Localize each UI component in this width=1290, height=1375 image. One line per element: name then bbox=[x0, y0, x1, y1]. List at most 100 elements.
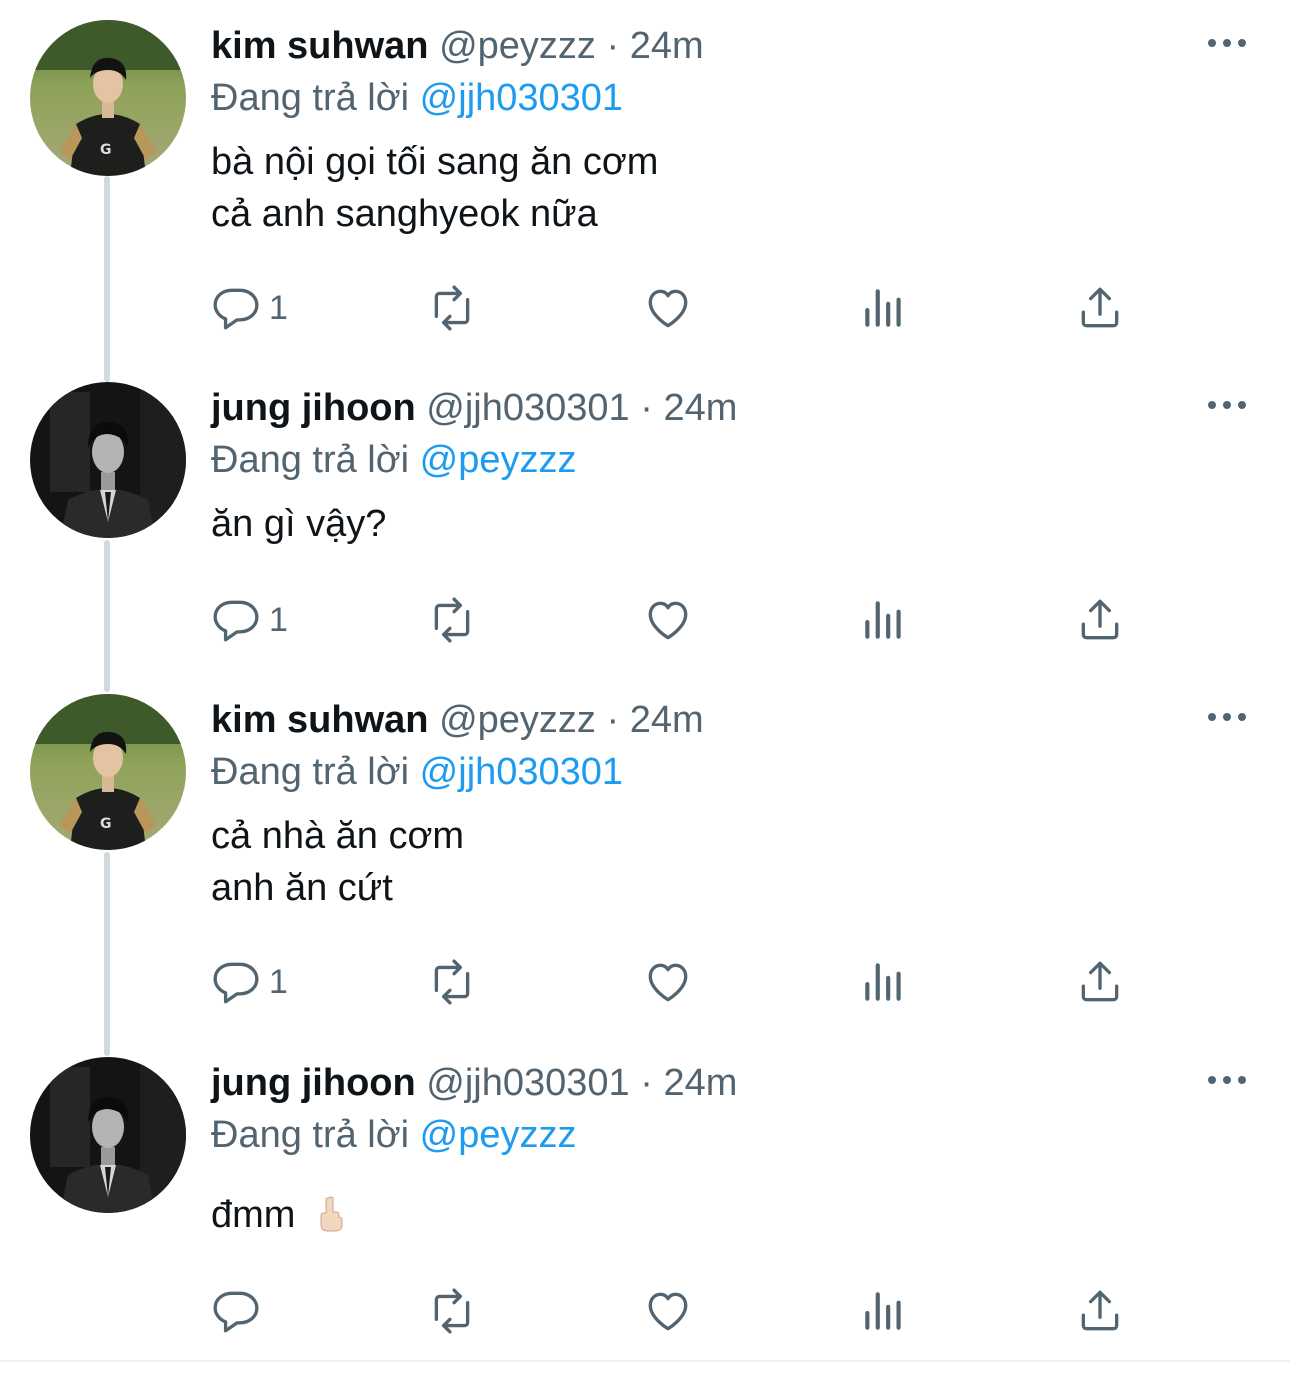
retweet-button[interactable] bbox=[427, 282, 477, 334]
tweet-actions: 1 bbox=[211, 594, 1211, 646]
views-button[interactable] bbox=[859, 956, 909, 1008]
heart-icon bbox=[648, 601, 688, 640]
like-button[interactable] bbox=[643, 956, 693, 1008]
analytics-icon bbox=[865, 601, 901, 639]
share-button[interactable] bbox=[1075, 282, 1125, 334]
like-button[interactable] bbox=[643, 1285, 693, 1337]
tweet-text-line: ăn gì vậy? bbox=[211, 503, 387, 545]
replying-to-label: Đang trả lời bbox=[211, 1114, 410, 1156]
tweet-text-line: đmm bbox=[211, 1189, 1250, 1247]
avatar[interactable] bbox=[30, 382, 186, 538]
tweet-text: cả nhà ăn cơm anh ăn cứt bbox=[211, 810, 1250, 914]
green-field-avatar: G bbox=[30, 694, 186, 850]
divider bbox=[0, 1360, 1290, 1362]
reply-to-handle[interactable]: @jjh030301 bbox=[420, 751, 623, 793]
tweet-text: bà nội gọi tối sang ăn cơm cả anh sanghy… bbox=[211, 136, 1250, 240]
more-icon[interactable] bbox=[1208, 36, 1246, 50]
share-button[interactable] bbox=[1075, 1285, 1125, 1337]
analytics-icon bbox=[865, 963, 901, 1001]
tweet-actions: 1 bbox=[211, 956, 1211, 1008]
tweet-text: đmm bbox=[211, 1189, 1250, 1247]
user-handle[interactable]: @peyzzz bbox=[439, 699, 596, 741]
reply-button[interactable]: 1 bbox=[211, 282, 288, 334]
share-icon bbox=[1081, 287, 1119, 328]
timestamp[interactable]: 24m bbox=[630, 25, 704, 67]
avatar[interactable]: G bbox=[30, 694, 186, 850]
retweet-button[interactable] bbox=[427, 1285, 477, 1337]
tweet-text-line: anh ăn cứt bbox=[211, 867, 393, 909]
separator-dot: · bbox=[640, 1062, 653, 1104]
reply-to-handle[interactable]: @peyzzz bbox=[420, 1114, 577, 1156]
tweet-actions: 1 bbox=[211, 282, 1211, 334]
reply-count: 1 bbox=[269, 962, 288, 1001]
like-button[interactable] bbox=[643, 282, 693, 334]
share-icon bbox=[1081, 1290, 1119, 1331]
svg-text:G: G bbox=[100, 142, 112, 158]
views-button[interactable] bbox=[859, 594, 909, 646]
reply-to-handle[interactable]: @jjh030301 bbox=[420, 77, 623, 119]
retweet-icon bbox=[434, 285, 470, 331]
analytics-icon bbox=[865, 289, 901, 327]
dark-suit-avatar bbox=[30, 1057, 186, 1213]
separator-dot: · bbox=[640, 387, 653, 429]
tweet-text: ăn gì vậy? bbox=[211, 498, 1250, 550]
separator-dot: · bbox=[606, 699, 620, 741]
more-icon[interactable] bbox=[1208, 398, 1246, 412]
tweet-text-line: bà nội gọi tối sang ăn cơm bbox=[211, 141, 659, 183]
timestamp[interactable]: 24m bbox=[630, 699, 704, 741]
analytics-icon bbox=[865, 1292, 901, 1330]
tweet-text-line: cả nhà ăn cơm bbox=[211, 815, 465, 857]
middle-finger-emoji bbox=[316, 1195, 346, 1247]
reply-button[interactable]: 1 bbox=[211, 594, 288, 646]
share-icon bbox=[1081, 961, 1119, 1002]
retweet-button[interactable] bbox=[427, 594, 477, 646]
display-name[interactable]: kim suhwan bbox=[211, 25, 429, 67]
retweet-icon bbox=[434, 959, 470, 1005]
separator-dot: · bbox=[606, 25, 620, 67]
views-button[interactable] bbox=[859, 1285, 909, 1337]
tweet-text-word: đmm bbox=[211, 1194, 296, 1236]
reply-button[interactable] bbox=[211, 1285, 269, 1337]
tweet[interactable]: G kim suhwan @peyzzz · 24m Đang trả lời … bbox=[0, 20, 1290, 350]
reply-icon bbox=[213, 600, 259, 642]
reply-count: 1 bbox=[269, 288, 288, 327]
heart-icon bbox=[648, 963, 688, 1002]
reply-icon bbox=[213, 288, 259, 330]
reply-to-handle[interactable]: @peyzzz bbox=[420, 439, 577, 481]
share-button[interactable] bbox=[1075, 594, 1125, 646]
user-handle[interactable]: @peyzzz bbox=[439, 25, 596, 67]
replying-to-label: Đang trả lời bbox=[211, 439, 410, 481]
like-button[interactable] bbox=[643, 594, 693, 646]
tweet-actions bbox=[211, 1285, 1211, 1337]
share-button[interactable] bbox=[1075, 956, 1125, 1008]
retweet-button[interactable] bbox=[427, 956, 477, 1008]
reply-count: 1 bbox=[269, 600, 288, 639]
reply-button[interactable]: 1 bbox=[211, 956, 288, 1008]
more-icon[interactable] bbox=[1208, 710, 1246, 724]
replying-to-label: Đang trả lời bbox=[211, 77, 410, 119]
green-field-avatar: G bbox=[30, 20, 186, 176]
user-handle[interactable]: @jjh030301 bbox=[426, 387, 629, 429]
replying-to-label: Đang trả lời bbox=[211, 751, 410, 793]
reply-icon bbox=[213, 962, 259, 1004]
tweet[interactable]: jung jihoon @jjh030301 · 24m Đang trả lờ… bbox=[0, 382, 1290, 672]
avatar[interactable] bbox=[30, 1057, 186, 1213]
more-icon[interactable] bbox=[1208, 1073, 1246, 1087]
user-handle[interactable]: @jjh030301 bbox=[426, 1062, 629, 1104]
reply-icon bbox=[213, 1291, 259, 1333]
views-button[interactable] bbox=[859, 282, 909, 334]
tweet[interactable]: jung jihoon @jjh030301 · 24m Đang trả lờ… bbox=[0, 1057, 1290, 1357]
timestamp[interactable]: 24m bbox=[663, 1062, 737, 1104]
heart-icon bbox=[648, 289, 688, 328]
heart-icon bbox=[648, 1292, 688, 1331]
retweet-icon bbox=[434, 1288, 470, 1334]
dark-suit-avatar bbox=[30, 382, 186, 538]
timestamp[interactable]: 24m bbox=[663, 387, 737, 429]
display-name[interactable]: jung jihoon bbox=[211, 1062, 416, 1104]
display-name[interactable]: kim suhwan bbox=[211, 699, 429, 741]
display-name[interactable]: jung jihoon bbox=[211, 387, 416, 429]
avatar[interactable]: G bbox=[30, 20, 186, 176]
share-icon bbox=[1081, 599, 1119, 640]
svg-text:G: G bbox=[100, 816, 112, 832]
tweet[interactable]: G kim suhwan @peyzzz · 24m Đang trả lời … bbox=[0, 694, 1290, 1024]
